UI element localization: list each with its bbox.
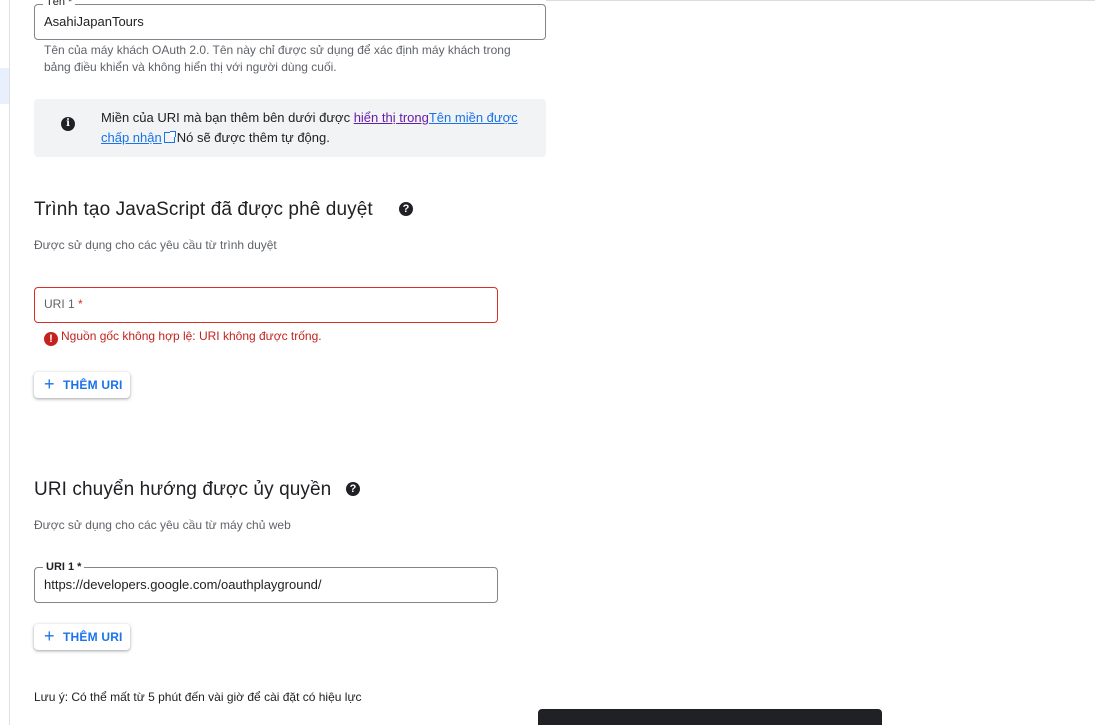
- redirect-uri-value: https://developers.google.com/oauthplayg…: [44, 577, 322, 592]
- left-nav-rail: [0, 0, 10, 725]
- name-field-value: AsahiJapanTours: [44, 14, 144, 29]
- shown-in-link[interactable]: hiển thị trong: [354, 110, 429, 125]
- settings-delay-note: Lưu ý: Có thể mất từ 5 phút đến vài giờ …: [34, 690, 362, 704]
- info-text: Miền của URI mà bạn thêm bên dưới được h…: [101, 108, 521, 148]
- js-origins-subtitle: Được sử dụng cho các yêu cầu từ trình du…: [34, 238, 277, 252]
- info-text-before: Miền của URI mà bạn thêm bên dưới được: [101, 110, 354, 125]
- snackbar: [538, 709, 882, 725]
- oauth-client-form: Tên * AsahiJapanTours Tên của máy khách …: [0, 0, 1095, 725]
- add-js-origin-label: THÊM URI: [63, 378, 123, 392]
- left-nav-active-marker: [0, 68, 9, 104]
- name-field-hint: Tên của máy khách OAuth 2.0. Tên này chỉ…: [44, 43, 511, 74]
- redirect-uris-subtitle: Được sử dụng cho các yêu cầu từ máy chủ …: [34, 518, 291, 532]
- redirect-uri-input[interactable]: URI 1 * https://developers.google.com/oa…: [34, 560, 498, 603]
- redirect-uris-title: URI chuyển hướng được ủy quyền: [34, 479, 332, 500]
- add-redirect-uri-label: THÊM URI: [63, 630, 123, 644]
- add-redirect-uri-button[interactable]: + THÊM URI: [34, 624, 130, 650]
- required-mark: *: [78, 297, 83, 311]
- error-icon: !: [44, 332, 58, 346]
- js-origins-help-icon[interactable]: ?: [399, 202, 413, 216]
- plus-icon: +: [44, 374, 55, 394]
- error-text: Nguồn gốc không hợp lệ: URI không được t…: [61, 329, 322, 343]
- js-origin-error-message: ! Nguồn gốc không hợp lệ: URI không được …: [44, 329, 322, 346]
- open-in-new-icon: [163, 131, 176, 143]
- info-text-after: Nó sẽ được thêm tự động.: [176, 130, 330, 145]
- name-field[interactable]: Tên * AsahiJapanTours: [34, 0, 546, 40]
- redirect-uris-help-icon[interactable]: ?: [346, 482, 360, 496]
- add-js-origin-button[interactable]: + THÊM URI: [34, 372, 130, 398]
- js-origins-title: Trình tạo JavaScript đã được phê duyệt: [34, 199, 373, 220]
- js-origin-uri-input[interactable]: URI 1 *: [34, 287, 498, 323]
- name-field-label: Tên *: [43, 0, 76, 9]
- info-icon: i: [61, 117, 75, 131]
- top-divider: [546, 0, 1095, 1]
- redirect-uri-label: URI 1 *: [43, 560, 85, 574]
- js-origin-uri-label: URI 1 *: [44, 297, 83, 311]
- plus-icon: +: [44, 626, 55, 646]
- domain-info-box: i Miền của URI mà bạn thêm bên dưới được…: [34, 99, 546, 157]
